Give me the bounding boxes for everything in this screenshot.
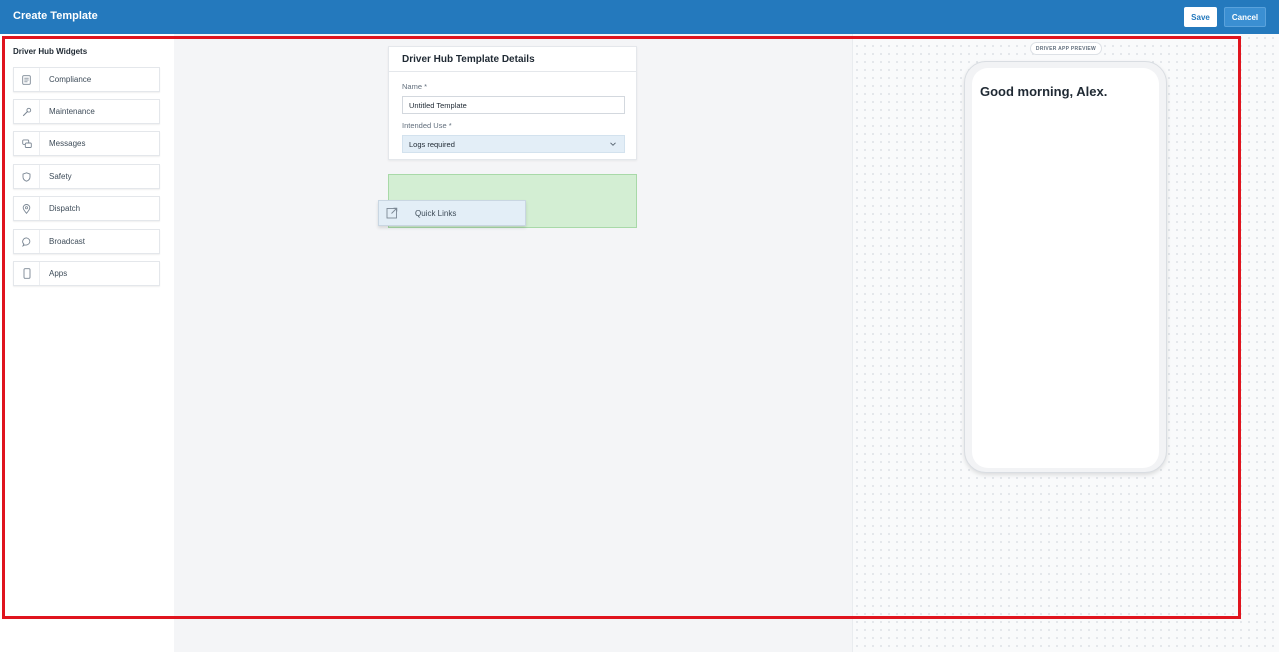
widget-label: Maintenance xyxy=(49,107,95,116)
intended-use-value: Logs required xyxy=(409,139,455,149)
widget-broadcast[interactable]: Broadcast xyxy=(13,229,160,254)
widget-label: Messages xyxy=(49,139,86,148)
widgets-panel-title: Driver Hub Widgets xyxy=(13,47,88,56)
widget-safety[interactable]: Safety xyxy=(13,164,160,189)
map-pin-icon xyxy=(14,197,40,220)
widget-maintenance[interactable]: Maintenance xyxy=(13,99,160,124)
divider xyxy=(389,71,636,72)
phone-frame: Good morning, Alex. xyxy=(964,61,1167,473)
cancel-button[interactable]: Cancel xyxy=(1224,7,1266,27)
widget-compliance[interactable]: Compliance xyxy=(13,67,160,92)
intended-use-label: Intended Use * xyxy=(402,121,452,130)
dragging-widget-quick-links[interactable]: Quick Links xyxy=(378,200,526,226)
widget-label: Safety xyxy=(49,172,72,181)
card-title: Driver Hub Template Details xyxy=(402,54,535,65)
shield-icon xyxy=(14,165,40,188)
preview-tag: DRIVER APP PREVIEW xyxy=(1030,42,1102,55)
template-details-card: Driver Hub Template Details Name * Inten… xyxy=(388,46,637,160)
widgets-panel: Driver Hub Widgets Compliance Maintenanc… xyxy=(0,34,174,652)
chevron-down-icon xyxy=(609,140,617,150)
widget-dispatch[interactable]: Dispatch xyxy=(13,196,160,221)
chat-bubbles-icon xyxy=(14,132,40,155)
external-link-icon xyxy=(379,207,405,219)
widget-label: Dispatch xyxy=(49,204,81,213)
name-input[interactable] xyxy=(402,96,625,114)
phone-icon xyxy=(14,262,40,285)
widget-apps[interactable]: Apps xyxy=(13,261,160,286)
widget-messages[interactable]: Messages xyxy=(13,131,160,156)
name-field-label: Name * xyxy=(402,82,428,91)
intended-use-select[interactable]: Logs required xyxy=(402,135,625,153)
save-button[interactable]: Save xyxy=(1184,7,1217,27)
greeting-text: Good morning, Alex. xyxy=(980,84,1108,99)
speech-bubble-icon xyxy=(14,230,40,253)
widget-label: Quick Links xyxy=(415,208,457,218)
widget-label: Broadcast xyxy=(49,237,86,246)
document-icon xyxy=(14,68,40,91)
phone-screen: Good morning, Alex. xyxy=(972,68,1159,468)
page-title: Create Template xyxy=(13,10,98,22)
header-bar: Create Template Save Cancel xyxy=(0,0,1279,34)
widget-label: Compliance xyxy=(49,75,92,84)
widget-label: Apps xyxy=(49,269,68,278)
wrench-icon xyxy=(14,100,40,123)
